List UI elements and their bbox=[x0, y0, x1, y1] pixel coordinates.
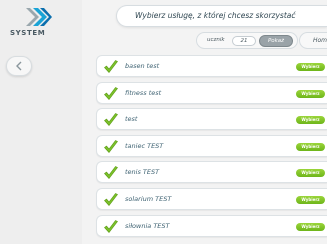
choose-button[interactable]: Wybierz bbox=[296, 142, 325, 151]
checkmark-icon bbox=[104, 193, 118, 206]
service-row[interactable]: tenis TEST Wybierz bbox=[96, 161, 327, 184]
choose-button[interactable]: Wybierz bbox=[296, 195, 325, 204]
ck-logo-icon bbox=[26, 8, 52, 26]
service-label: siłownia TEST bbox=[125, 221, 170, 230]
show-button[interactable]: Pokaż bbox=[259, 35, 293, 47]
service-label: taniec TEST bbox=[125, 141, 164, 150]
service-label: test bbox=[125, 115, 138, 124]
service-label: fitness test bbox=[125, 88, 162, 97]
left-rail: SYSTEM bbox=[0, 0, 82, 244]
page-title: Wybierz usługę, z której chcesz skorzyst… bbox=[135, 11, 296, 20]
service-row[interactable]: fitness test Wybierz bbox=[96, 81, 327, 104]
checkmark-icon bbox=[104, 86, 118, 100]
chevron-left-icon bbox=[16, 61, 22, 71]
checkmark-icon bbox=[104, 166, 118, 180]
home-button[interactable]: Hom bbox=[299, 32, 327, 49]
service-row[interactable]: basen test Wybierz bbox=[96, 55, 327, 77]
service-list: basen test Wybierz fitness test Wybierz test… bbox=[96, 55, 327, 241]
service-label: basen test bbox=[125, 62, 160, 70]
checkmark-icon bbox=[104, 219, 118, 233]
filter-bar: ucznik 21 Pokaż bbox=[196, 32, 298, 49]
choose-button[interactable]: Wybierz bbox=[296, 63, 325, 71]
service-label: solarium TEST bbox=[125, 194, 172, 203]
brand-name: SYSTEM bbox=[10, 29, 46, 37]
back-button[interactable] bbox=[6, 56, 32, 76]
checkmark-icon bbox=[104, 113, 118, 127]
service-row[interactable]: siłownia TEST Wybierz bbox=[96, 214, 327, 237]
page-header: Wybierz usługę, z której chcesz skorzyst… bbox=[116, 5, 327, 27]
service-row[interactable]: taniec TEST Wybierz bbox=[96, 134, 327, 157]
service-label: tenis TEST bbox=[125, 168, 160, 177]
choose-button[interactable]: Wybierz bbox=[296, 222, 325, 231]
service-row[interactable]: test Wybierz bbox=[96, 108, 327, 131]
choose-button[interactable]: Wybierz bbox=[296, 116, 325, 125]
choose-button[interactable]: Wybierz bbox=[296, 169, 325, 178]
service-row[interactable]: solarium TEST Wybierz bbox=[96, 187, 327, 210]
checkmark-icon bbox=[104, 60, 118, 73]
checkmark-icon bbox=[104, 139, 118, 153]
filter-label: ucznik bbox=[207, 37, 225, 43]
choose-button[interactable]: Wybierz bbox=[296, 89, 325, 98]
filter-count-field[interactable]: 21 bbox=[232, 36, 256, 46]
